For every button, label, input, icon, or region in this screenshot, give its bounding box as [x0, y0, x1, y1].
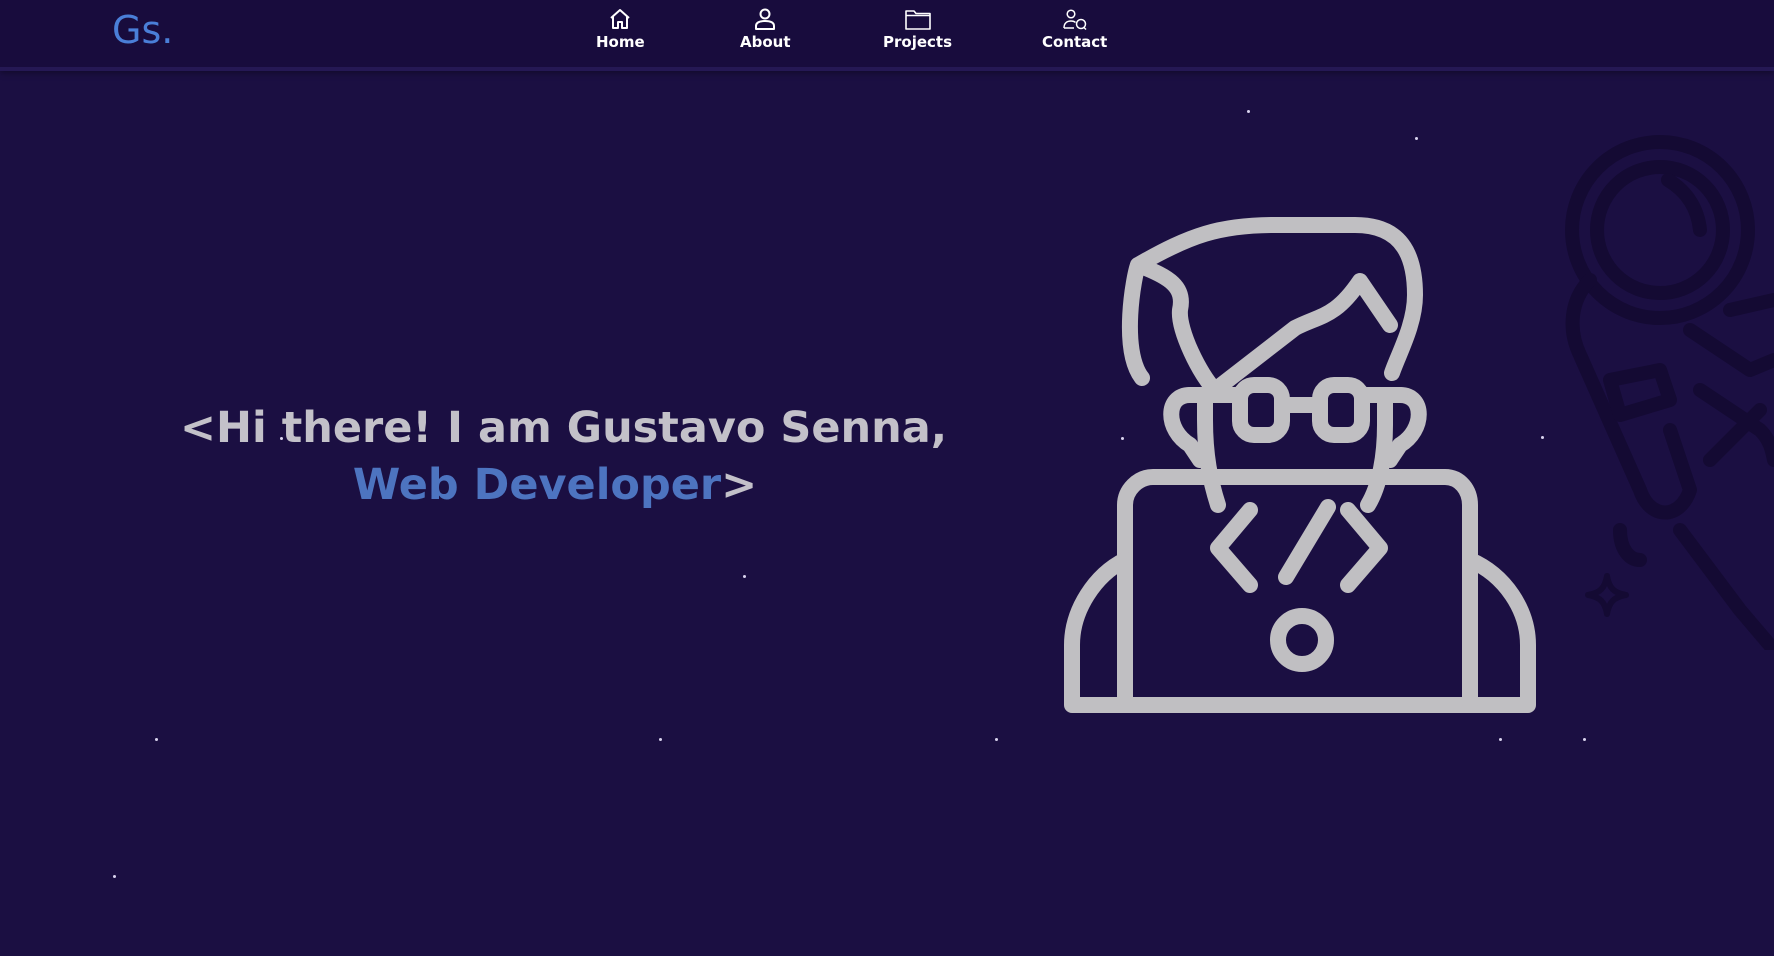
- nav-label-home: Home: [596, 33, 645, 51]
- nav-item-projects[interactable]: Projects: [883, 7, 952, 51]
- nav-item-home[interactable]: Home: [596, 7, 645, 51]
- hero-greeting: <Hi there! I am Gustavo Senna,: [180, 403, 948, 453]
- star-icon: [743, 575, 746, 578]
- nav-item-contact[interactable]: Contact: [1042, 7, 1107, 51]
- nav-label-about: About: [740, 33, 791, 51]
- logo[interactable]: Gs.: [112, 8, 173, 52]
- star-icon: [155, 738, 158, 741]
- sparkle-icon: [1585, 573, 1629, 617]
- hero-role-line: Web Developer>: [180, 457, 930, 514]
- star-icon: [113, 875, 116, 878]
- hero-role: Web Developer: [352, 460, 722, 510]
- page: Gs. Home About Projects Contact <Hi ther…: [0, 0, 1774, 956]
- user-icon: [755, 8, 776, 30]
- star-icon: [995, 738, 998, 741]
- hero-closing-bracket: >: [721, 460, 758, 510]
- folder-icon: [904, 10, 931, 30]
- star-icon: [1583, 738, 1586, 741]
- nav-item-about[interactable]: About: [740, 7, 791, 51]
- nav-label-contact: Contact: [1042, 33, 1108, 51]
- star-icon: [1499, 738, 1502, 741]
- contact-icon: [1062, 9, 1087, 31]
- star-icon: [1415, 137, 1418, 140]
- navbar: Gs. Home About Projects Contact: [0, 0, 1774, 71]
- hero-heading: <Hi there! I am Gustavo Senna, Web Devel…: [180, 400, 948, 514]
- star-icon: [659, 738, 662, 741]
- home-icon: [610, 9, 630, 29]
- star-icon: [1247, 110, 1250, 113]
- nav-label-projects: Projects: [883, 33, 953, 51]
- developer-icon: [1064, 217, 1536, 713]
